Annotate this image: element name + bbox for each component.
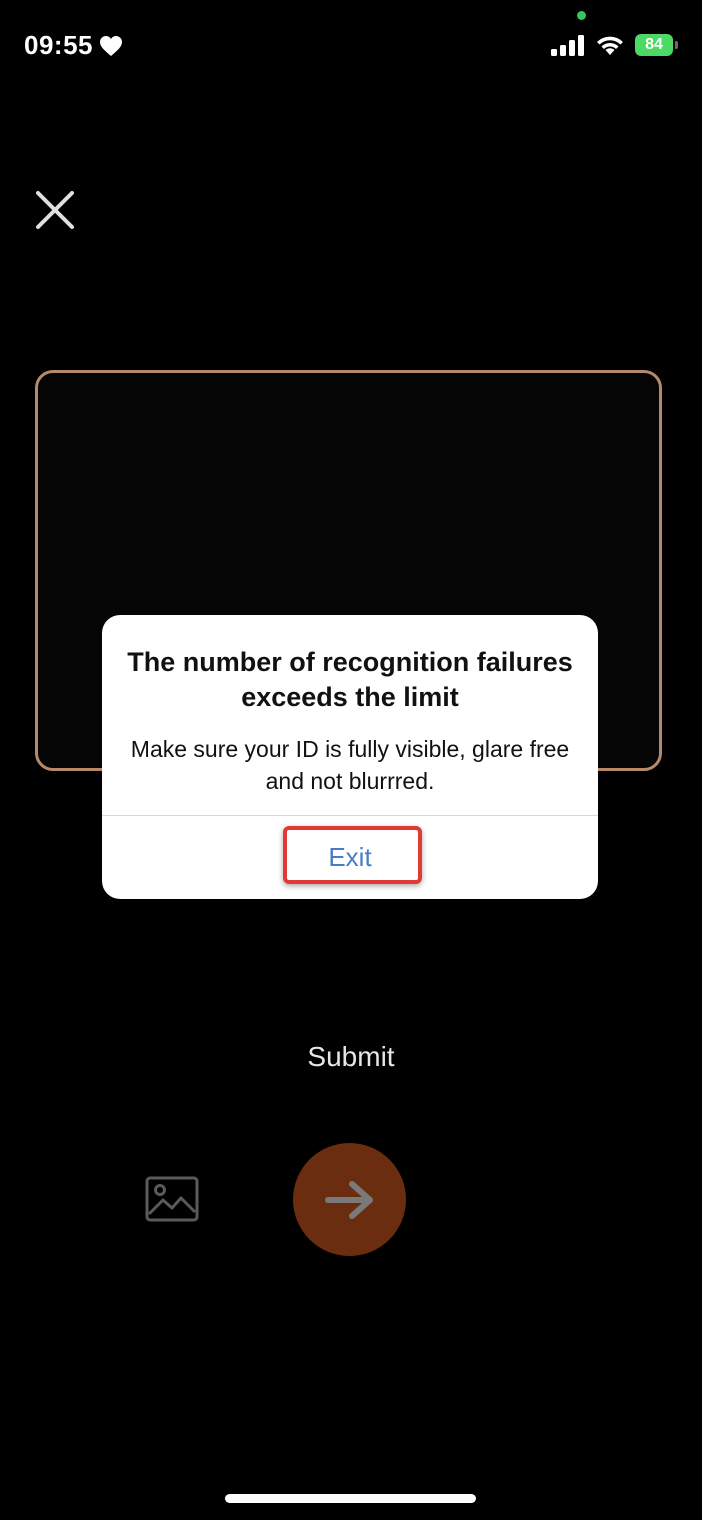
signal-icon (551, 35, 584, 56)
home-indicator[interactable] (225, 1494, 476, 1503)
status-bar-time: 09:55 (24, 30, 123, 61)
dialog-message: Make sure your ID is fully visible, glar… (130, 736, 570, 794)
arrow-right-icon (324, 1180, 373, 1219)
time-text: 09:55 (24, 30, 93, 60)
close-icon[interactable] (33, 188, 77, 232)
heart-icon (100, 35, 122, 56)
submit-label: Submit (307, 1041, 395, 1072)
battery-icon: 84 (635, 34, 678, 56)
image-gallery-icon[interactable] (145, 1176, 199, 1222)
dialog-title: The number of recognition failures excee… (127, 647, 573, 712)
battery-level: 84 (635, 34, 673, 56)
exit-button[interactable]: Exit (102, 816, 598, 899)
wifi-icon (597, 36, 623, 55)
battery-cap (675, 41, 678, 49)
next-button[interactable] (293, 1143, 406, 1256)
privacy-indicator-dot (577, 11, 586, 20)
alert-dialog: The number of recognition failures excee… (102, 615, 598, 899)
status-bar-indicators: 84 (551, 34, 678, 56)
